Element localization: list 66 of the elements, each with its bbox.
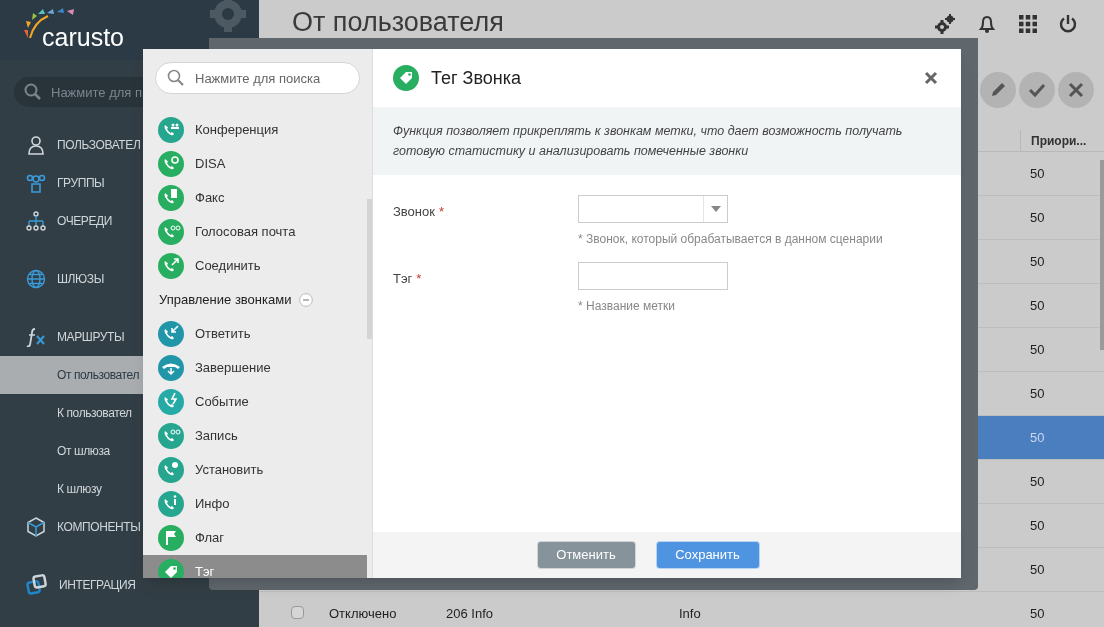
palette-item[interactable]: Установить xyxy=(143,453,367,487)
power-icon[interactable] xyxy=(1058,14,1078,34)
table-cell: 50 xyxy=(1030,430,1045,445)
search-icon xyxy=(24,83,42,101)
search-icon xyxy=(167,69,185,87)
input-field[interactable] xyxy=(578,262,728,290)
group-header[interactable]: Управление звонками xyxy=(159,290,292,310)
table-cell: 50 xyxy=(1030,254,1045,269)
palette-item[interactable]: Факс xyxy=(143,181,367,215)
column-header[interactable]: Приори... xyxy=(1020,130,1087,151)
search-field[interactable]: Нажмите для поиска xyxy=(155,62,360,94)
tag-icon xyxy=(393,65,419,91)
gears-icon[interactable] xyxy=(934,13,956,35)
edit-icon xyxy=(989,81,1007,99)
table-cell: 50 xyxy=(1030,166,1045,181)
user-icon xyxy=(26,135,46,155)
palette-item[interactable]: Запись xyxy=(143,419,367,453)
grid-icon[interactable] xyxy=(1018,14,1038,34)
field-label: Тэг xyxy=(393,270,413,288)
table-cell: 50 xyxy=(1030,386,1045,401)
table-cell: 50 xyxy=(1030,298,1045,313)
table-cell: Отключено xyxy=(329,606,397,621)
required-mark: * xyxy=(438,203,444,221)
hint-text: * Название метки xyxy=(578,298,676,315)
table-row[interactable]: Отключено 206 Info Info 50 xyxy=(259,592,1104,627)
confirm-button[interactable] xyxy=(1019,72,1055,108)
palette-item[interactable]: Флаг xyxy=(143,521,367,555)
scrollbar[interactable] xyxy=(367,199,372,339)
palette-item[interactable]: Ответить xyxy=(143,317,367,351)
close-icon xyxy=(924,71,938,85)
field-label: Звонок xyxy=(393,203,435,221)
group-icon xyxy=(26,173,46,193)
bell-icon[interactable] xyxy=(976,13,998,35)
confirm-icon xyxy=(1028,81,1046,99)
hierarchy-icon xyxy=(26,211,46,231)
table-cell: 50 xyxy=(1030,562,1045,577)
table-cell: 50 xyxy=(1030,474,1045,489)
palette-item[interactable]: Инфо xyxy=(143,487,367,521)
palette-item[interactable]: Голосовая почта xyxy=(143,215,367,249)
hint-text: * Звонок, который обрабатывается в данном сценарии xyxy=(578,231,883,248)
table-cell: 50 xyxy=(1030,210,1045,225)
required-mark: * xyxy=(416,270,422,288)
dialog-title: Тег Звонка xyxy=(431,66,523,90)
table-cell: 50 xyxy=(1030,342,1045,357)
table-cell: 206 Info xyxy=(446,606,493,621)
edit-button[interactable] xyxy=(980,72,1016,108)
table-cell: 50 xyxy=(1030,518,1045,533)
close-button[interactable] xyxy=(923,70,939,86)
scrollbar[interactable] xyxy=(1100,160,1104,350)
squares-icon xyxy=(26,574,48,596)
logo-text: carusto xyxy=(42,25,124,50)
palette-item[interactable]: Соединить xyxy=(143,249,367,283)
page-title: От пользователя xyxy=(292,9,504,36)
cancel-button[interactable] xyxy=(1058,72,1094,108)
palette-item[interactable]: DISA xyxy=(143,147,367,181)
select-field[interactable] xyxy=(578,195,728,223)
caret-icon xyxy=(710,206,721,212)
function-icon xyxy=(26,327,46,347)
cube-icon xyxy=(26,517,46,537)
checkbox[interactable] xyxy=(291,606,304,619)
table-cell: 50 xyxy=(1030,606,1045,621)
palette-item[interactable]: Конференция xyxy=(143,113,367,147)
globe-icon xyxy=(26,269,46,289)
table-cell: Info xyxy=(679,606,701,621)
cancel-icon xyxy=(1067,81,1085,99)
description-text: Функция позволяет прикреплять к звонкам метки, что дает возможность получать готовую статистику и анализировать помеченные звонки xyxy=(393,123,904,160)
